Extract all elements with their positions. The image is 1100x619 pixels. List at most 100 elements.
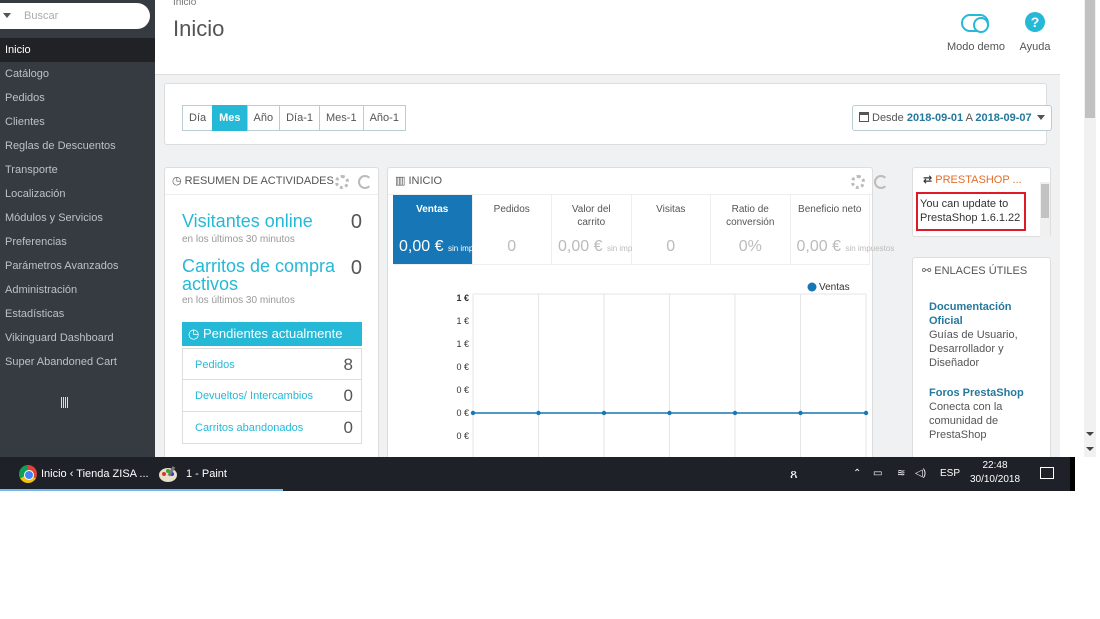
demo-mode-button[interactable]: Modo demo: [945, 12, 1007, 53]
data-point: [798, 410, 803, 416]
news-scroll-thumb[interactable]: [1041, 184, 1049, 218]
pending-row[interactable]: Devueltos/ Intercambios 0: [182, 380, 362, 412]
activity-title: RESUMEN DE ACTIVIDADES: [184, 175, 334, 187]
bar-chart-icon: ▥: [395, 175, 406, 187]
kpi-ventas[interactable]: Ventas 0,00 € sin imp: [393, 195, 473, 264]
kpi-value-text: 0: [507, 238, 517, 255]
forum-link[interactable]: Foros PrestaShop: [929, 386, 1024, 400]
active-carts-link[interactable]: Carritos de compra activos: [182, 257, 352, 293]
breadcrumb[interactable]: Inicio: [173, 0, 196, 8]
help-button[interactable]: ? Ayuda: [1016, 12, 1054, 53]
date-preset-group: Día Mes Año Día-1 Mes-1 Año-1: [182, 105, 406, 131]
sidebar-item-estad-sticas[interactable]: Estadísticas: [0, 302, 155, 326]
kpi-tax-suffix: sin imp: [606, 244, 633, 253]
date-preset-button[interactable]: Día-1: [279, 105, 321, 131]
kpi-ratio-de-conversi-n[interactable]: Ratio de conversión 0%: [711, 195, 791, 264]
pending-label[interactable]: Devueltos/ Intercambios: [195, 390, 313, 402]
data-point: [536, 410, 541, 416]
battery-icon[interactable]: ▭: [873, 457, 882, 491]
pending-value: 0: [343, 386, 353, 405]
kpi-tax-suffix: sin impuestos: [845, 244, 895, 253]
scroll-track[interactable]: [1084, 0, 1096, 457]
clock-icon: ◷: [188, 326, 200, 341]
kpi-label: Visitas: [656, 204, 686, 215]
sidebar-item-localizaci-n[interactable]: Localización: [0, 182, 155, 206]
kpi-value: 0,00 € sin imp: [558, 238, 633, 256]
doc-link[interactable]: Documentación Oficial: [929, 300, 1029, 328]
chevron-up-icon[interactable]: ⌃: [853, 457, 861, 491]
kpi-value-text: 0%: [738, 238, 762, 255]
sidebar-item-transporte[interactable]: Transporte: [0, 158, 155, 182]
search-input[interactable]: Buscar: [24, 10, 58, 22]
sidebar: Buscar Inicio Catálogo Pedidos Clientes Regl…: [0, 0, 155, 457]
collapse-sidebar-icon[interactable]: [61, 397, 71, 408]
clock[interactable]: 22:48 30/10/2018: [964, 459, 1026, 487]
scroll-thumb[interactable]: [1085, 0, 1095, 118]
news-scrollbar[interactable]: [1040, 182, 1050, 238]
refresh-icon[interactable]: [358, 175, 372, 189]
sidebar-item-vikinguard-dashboard[interactable]: Vikinguard Dashboard: [0, 326, 155, 350]
kpi-label: Beneficio neto: [798, 204, 862, 215]
sidebar-item-pedidos[interactable]: Pedidos: [0, 86, 155, 110]
paint-label: 1 - Paint: [186, 468, 227, 480]
refresh-icon[interactable]: [874, 175, 888, 189]
calendar-panel: Día Mes Año Día-1 Mes-1 Año-1 Desde 2018-09-0…: [164, 83, 1052, 145]
date-range-picker[interactable]: Desde 2018-09-01 A 2018-09-07: [852, 105, 1052, 131]
sidebar-item-reglas-de-descuentos[interactable]: Reglas de Descuentos: [0, 134, 155, 158]
sidebar-item-cat-logo[interactable]: Catálogo: [0, 62, 155, 86]
data-point: [470, 410, 476, 416]
sidebar-item-m-dulos-y-servicios[interactable]: Módulos y Servicios: [0, 206, 155, 230]
date-preset-button[interactable]: Año-1: [362, 105, 406, 131]
kpi-pedidos[interactable]: Pedidos 0: [473, 195, 552, 264]
toggle-icon: [961, 14, 989, 33]
pending-list: Pedidos 8 Devueltos/ Intercambios 0 Carritos…: [182, 348, 362, 444]
pending-label[interactable]: Pedidos: [195, 359, 235, 371]
page-header: Inicio Inicio Modo demo ? Ayuda: [155, 0, 1060, 75]
scroll-down-icon[interactable]: [1086, 432, 1094, 436]
visitors-online-link[interactable]: Visitantes online: [182, 212, 313, 230]
taskbar-paint-button[interactable]: 1 - Paint: [145, 457, 283, 491]
volume-icon[interactable]: ◁): [915, 457, 926, 491]
search-box[interactable]: Buscar: [0, 3, 150, 29]
page-scrollbar[interactable]: [1060, 0, 1100, 457]
gear-icon[interactable]: [335, 175, 349, 189]
gear-icon[interactable]: [851, 175, 865, 189]
search-dropdown-icon[interactable]: [3, 13, 11, 18]
date-preset-button[interactable]: Mes: [212, 105, 248, 131]
y-tick-label: 1 €: [456, 293, 469, 303]
date-preset-button[interactable]: Mes-1: [319, 105, 364, 131]
sidebar-item-super-abandoned-cart[interactable]: Super Abandoned Cart: [0, 350, 155, 374]
sidebar-item-par-metros-avanzados[interactable]: Parámetros Avanzados: [0, 254, 155, 278]
sidebar-item-clientes[interactable]: Clientes: [0, 110, 155, 134]
y-tick-label: 0 €: [456, 431, 469, 441]
y-tick-label: 0 €: [456, 362, 469, 372]
notifications-icon[interactable]: [1040, 467, 1054, 479]
language-indicator[interactable]: ESP: [940, 457, 960, 491]
pending-row[interactable]: Carritos abandonados 0: [182, 412, 362, 444]
sidebar-item-administraci-n[interactable]: Administración: [0, 278, 155, 302]
people-icon[interactable]: ጸ: [790, 457, 798, 491]
taskbar-chrome-button[interactable]: Inicio ‹ Tienda ZISA ...: [0, 457, 149, 491]
wifi-icon[interactable]: ≋: [897, 457, 905, 491]
active-carts-value: 0: [350, 257, 362, 279]
date-preset-button[interactable]: Día: [182, 105, 214, 131]
range-prefix: Desde: [872, 112, 904, 124]
visitors-online-sub: en los últimos 30 minutos: [182, 234, 295, 245]
pending-label[interactable]: Carritos abandonados: [195, 422, 303, 434]
chrome-icon: [19, 465, 37, 483]
news-title[interactable]: PRESTASHOP ...: [935, 174, 1021, 186]
scroll-arrow-icon[interactable]: [1086, 447, 1094, 451]
paint-icon: [159, 466, 177, 482]
sidebar-item-preferencias[interactable]: Preferencias: [0, 230, 155, 254]
date-preset-button[interactable]: Año: [246, 105, 281, 131]
update-notice[interactable]: You can update to PrestaShop 1.6.1.22: [916, 192, 1026, 231]
legend-label: Ventas: [819, 282, 850, 293]
kpi-beneficio-neto[interactable]: Beneficio neto 0,00 € sin impuestos: [791, 195, 894, 264]
kpi-valor-del-carrito[interactable]: Valor del carrito 0,00 € sin imp: [552, 195, 632, 264]
kpi-visitas[interactable]: Visitas 0: [632, 195, 711, 264]
dashboard-panel-header: ▥ INICIO: [388, 168, 872, 195]
kpi-value-text: 0,00 €: [558, 238, 603, 255]
pending-row[interactable]: Pedidos 8: [182, 348, 362, 380]
sidebar-item-inicio[interactable]: Inicio: [0, 38, 155, 62]
visitors-online-value: 0: [350, 211, 362, 233]
